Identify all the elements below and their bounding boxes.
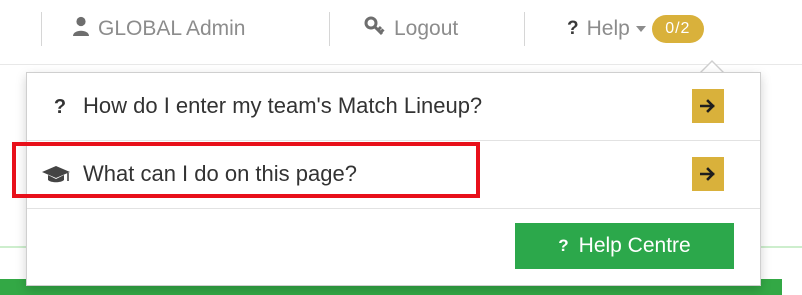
nav-divider — [329, 12, 330, 46]
help-centre-button[interactable]: ? Help Centre — [515, 223, 734, 269]
logout-label: Logout — [394, 17, 459, 40]
question-icon: ? — [558, 236, 569, 255]
page-divider — [0, 64, 802, 65]
logout-link[interactable]: Logout — [364, 0, 458, 58]
help-label: Help — [586, 17, 630, 40]
user-menu[interactable]: GLOBAL Admin — [72, 0, 245, 58]
nav-divider — [524, 12, 525, 46]
help-menu-toggle[interactable]: ? Help 0/2 — [567, 0, 704, 58]
user-icon — [72, 16, 90, 42]
question-icon: ? — [567, 18, 579, 39]
user-name: GLOBAL Admin — [98, 17, 246, 40]
go-button[interactable] — [692, 89, 724, 123]
arrow-right-icon — [700, 167, 715, 181]
arrow-right-icon — [700, 99, 715, 113]
top-navbar: GLOBAL Admin Logout ? Help 0/2 — [0, 0, 802, 58]
help-progress-badge: 0/2 — [651, 15, 704, 43]
help-centre-label: Help Centre — [578, 234, 691, 257]
screen: GLOBAL Admin Logout ? Help 0/2 ? How do … — [0, 0, 802, 295]
go-button[interactable] — [692, 157, 724, 191]
help-item-label: How do I enter my team's Match Lineup? — [83, 93, 483, 118]
chevron-down-icon — [635, 26, 646, 32]
key-icon — [364, 16, 386, 42]
highlight-box — [12, 142, 480, 198]
nav-divider — [41, 12, 42, 46]
question-icon: ? — [53, 95, 67, 118]
help-item-match-lineup[interactable]: ? How do I enter my team's Match Lineup? — [27, 73, 760, 141]
